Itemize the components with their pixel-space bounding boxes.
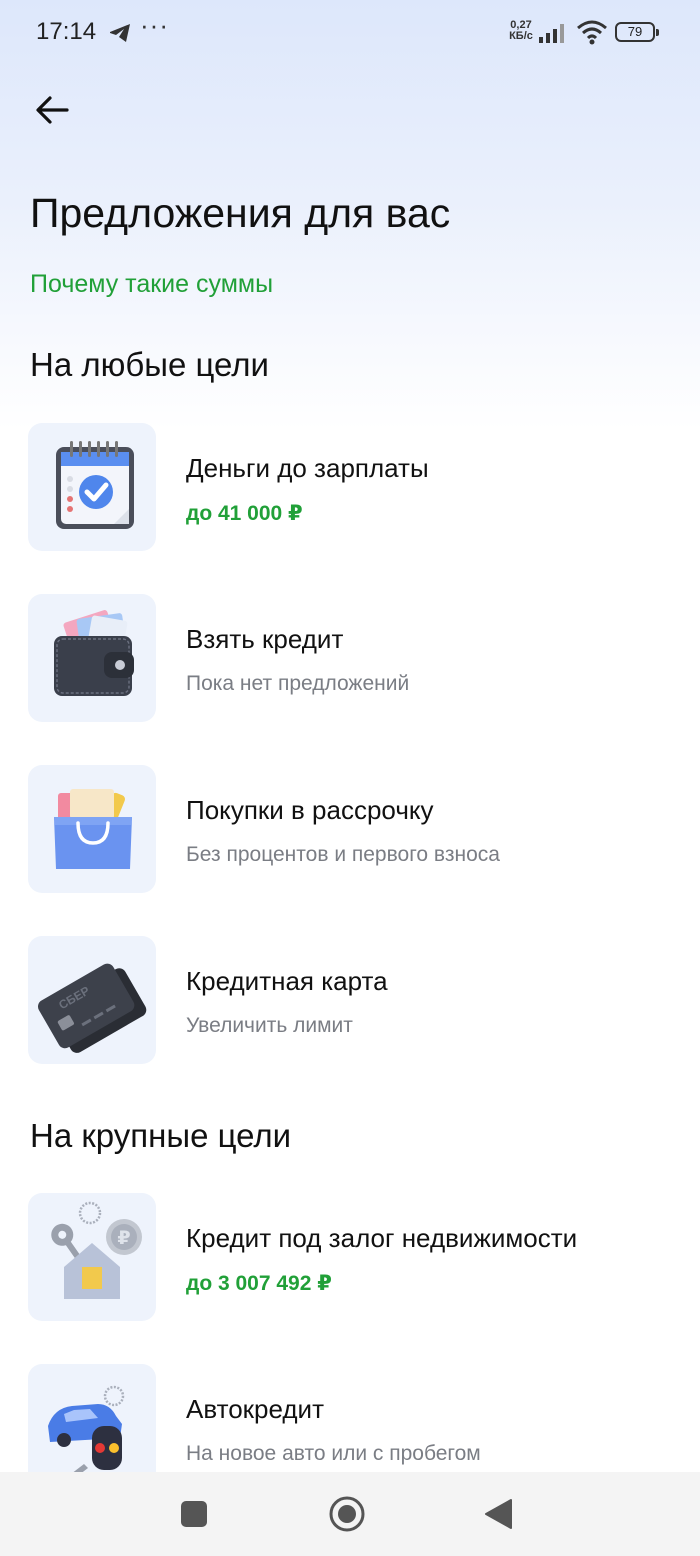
offer-thumbnail: СБЕР (28, 936, 156, 1064)
wallet-icon (54, 610, 134, 696)
battery-indicator: 79 (615, 22, 659, 42)
offer-amount: до 41 000 ₽ (186, 502, 303, 525)
offer-salary-advance[interactable]: Деньги до зарплаты до 41 000 ₽ (28, 423, 672, 553)
offer-take-loan[interactable]: Взять кредит Пока нет предложений (28, 594, 672, 724)
offer-title: Деньги до зарплаты (186, 453, 429, 483)
square-icon (181, 1501, 207, 1527)
offer-thumbnail (28, 765, 156, 893)
nav-back-button[interactable] (476, 1492, 520, 1536)
circle-icon (329, 1496, 365, 1532)
offer-subtitle: На новое авто или с пробегом (186, 1442, 481, 1465)
network-speed: 0,27 КБ/с (506, 20, 536, 42)
shopping-bag-icon (54, 789, 132, 869)
offer-thumbnail (28, 594, 156, 722)
offer-subtitle: Без процентов и первого взноса (186, 843, 500, 866)
wifi-icon (576, 19, 608, 50)
cell-signal-icon (538, 22, 568, 49)
offer-title: Покупки в рассрочку (186, 795, 434, 825)
offer-amount: до 3 007 492 ₽ (186, 1272, 332, 1295)
offer-title: Взять кредит (186, 624, 344, 654)
offer-mortgage-loan[interactable]: ₽ Кредит под залог недвижимости до 3 007… (28, 1193, 672, 1323)
telegram-icon (108, 22, 132, 49)
arrow-left-icon (36, 96, 69, 124)
svg-text:₽: ₽ (117, 1227, 130, 1249)
more-notifications-icon: ··· (140, 10, 169, 40)
offer-subtitle: Пока нет предложений (186, 672, 410, 695)
calendar-check-icon (56, 441, 134, 529)
offer-thumbnail (28, 423, 156, 551)
network-speed-unit: КБ/с (509, 30, 533, 42)
why-amounts-link[interactable]: Почему такие суммы (30, 270, 273, 299)
status-bar: 17:14 ··· 0,27 КБ/с 79 (0, 0, 700, 66)
page-title: Предложения для вас (30, 190, 451, 236)
system-nav-bar (0, 1472, 700, 1556)
section-title-any-goals: На любые цели (30, 346, 269, 383)
offer-subtitle: Увеличить лимит (186, 1014, 353, 1037)
offer-title: Кредитная карта (186, 966, 388, 996)
credit-card-icon: СБЕР (37, 963, 147, 1053)
house-keys-icon: ₽ (51, 1201, 142, 1299)
offer-title: Автокредит (186, 1394, 324, 1424)
status-time: 17:14 (36, 18, 97, 45)
triangle-back-icon (485, 1499, 512, 1529)
back-button[interactable] (30, 88, 74, 132)
offer-credit-card[interactable]: СБЕР Кредитная карта Увеличить лимит (28, 936, 672, 1066)
offer-installments[interactable]: Покупки в рассрочку Без процентов и перв… (28, 765, 672, 895)
nav-recents-button[interactable] (172, 1492, 216, 1536)
section-title-big-goals: На крупные цели (30, 1117, 292, 1154)
offer-thumbnail: ₽ (28, 1193, 156, 1321)
nav-home-button[interactable] (325, 1492, 369, 1536)
offer-title: Кредит под залог недвижимости (186, 1223, 578, 1253)
